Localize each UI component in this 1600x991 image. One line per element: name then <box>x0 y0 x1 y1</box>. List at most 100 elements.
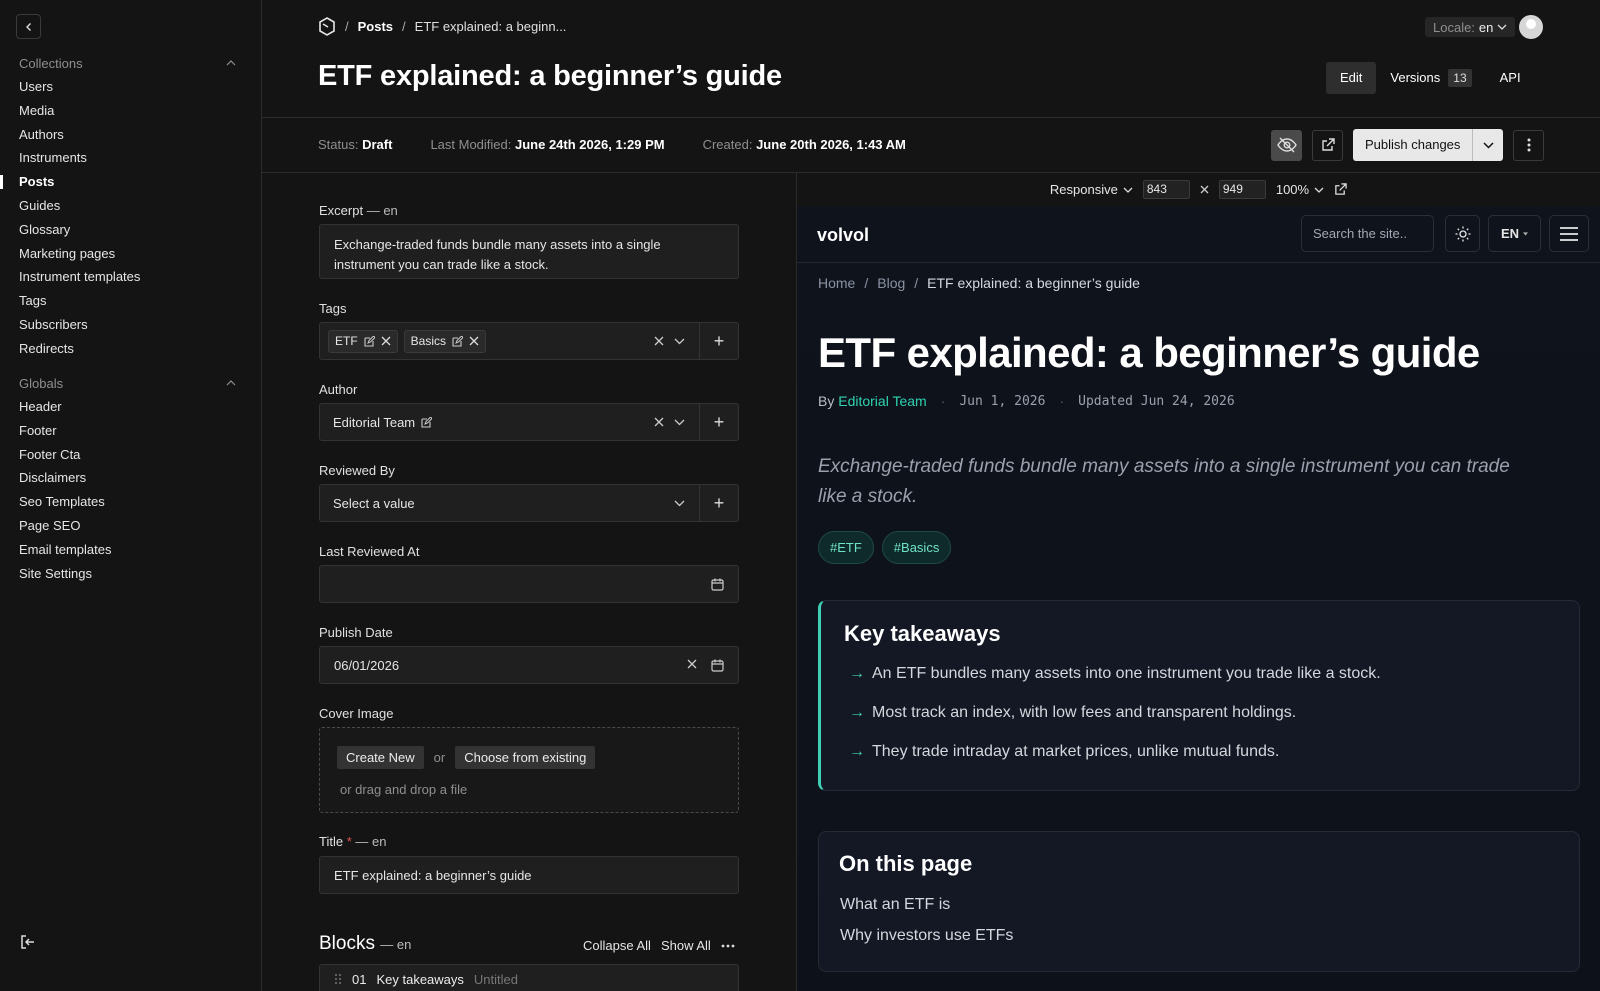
create-new-button[interactable]: Create New <box>337 746 424 769</box>
zoom-select[interactable]: 100% <box>1276 182 1324 197</box>
drag-handle-icon[interactable] <box>334 973 342 985</box>
reviewed-by-select[interactable]: Select a value + <box>319 484 739 522</box>
preview-breadcrumb-blog[interactable]: Blog <box>877 275 905 291</box>
calendar-icon[interactable] <box>711 578 724 591</box>
tab-edit[interactable]: Edit <box>1326 62 1377 94</box>
preview-breadcrumb-home[interactable]: Home <box>818 275 855 291</box>
breakpoint-select[interactable]: Responsive <box>1050 182 1133 197</box>
calendar-icon[interactable] <box>711 659 724 672</box>
logo-icon[interactable] <box>318 17 336 36</box>
sidebar-item-email-templates[interactable]: Email templates <box>0 538 262 562</box>
toc-link[interactable]: Why investors use ETFs <box>840 927 1013 945</box>
breadcrumb-posts[interactable]: Posts <box>358 19 393 34</box>
preview-height-input[interactable]: 949 <box>1218 180 1266 199</box>
theme-toggle-button[interactable] <box>1445 215 1480 252</box>
toc-link[interactable]: What an ETF is <box>840 896 950 914</box>
site-logo[interactable]: volvol <box>817 225 869 246</box>
preview-tag[interactable]: #Basics <box>881 531 952 564</box>
edit-icon[interactable] <box>421 416 433 428</box>
sidebar-item-media[interactable]: Media <box>0 99 262 123</box>
open-preview-button[interactable] <box>1312 129 1343 161</box>
sidebar-item-tags[interactable]: Tags <box>0 289 262 313</box>
edit-icon[interactable] <box>452 335 464 347</box>
blocks-actions: Collapse All Show All <box>583 938 735 953</box>
author-field[interactable]: Editorial Team + <box>319 403 739 441</box>
sidebar-item-instruments[interactable]: Instruments <box>0 146 262 170</box>
sidebar-item-guides[interactable]: Guides <box>0 194 262 218</box>
sidebar-item-marketing-pages[interactable]: Marketing pages <box>0 242 262 266</box>
sidebar-item-posts[interactable]: Posts <box>0 170 262 194</box>
preview-width-input[interactable]: 843 <box>1142 180 1190 199</box>
cover-image-dropzone[interactable]: Create New or Choose from existing or dr… <box>319 727 739 813</box>
publish-date-input[interactable]: 06/01/2026 <box>319 646 739 684</box>
last-reviewed-date-input[interactable] <box>319 565 739 603</box>
publish-changes-button[interactable]: Publish changes <box>1353 129 1473 161</box>
site-search-input[interactable]: Search the site.. <box>1301 215 1434 252</box>
collapse-sidebar-button[interactable] <box>16 14 41 39</box>
language-switcher[interactable]: EN <box>1488 215 1541 252</box>
close-icon[interactable] <box>381 336 391 346</box>
sidebar-item-footer-cta[interactable]: Footer Cta <box>0 443 262 467</box>
reviewed-by-value: Select a value <box>320 496 674 511</box>
title-label: Title * — en <box>319 834 386 849</box>
locale-selector[interactable]: Locale: en <box>1425 17 1516 37</box>
excerpt-textarea[interactable]: Exchange-traded funds bundle many assets… <box>319 224 739 279</box>
chevron-down-icon[interactable] <box>674 500 685 507</box>
more-options-button[interactable] <box>1513 129 1545 161</box>
sidebar-item-seo-templates[interactable]: Seo Templates <box>0 490 262 514</box>
sidebar-item-glossary[interactable]: Glossary <box>0 218 262 242</box>
block-row[interactable]: 01 Key takeaways Untitled <box>319 964 739 991</box>
sidebar-item-site-settings[interactable]: Site Settings <box>0 562 262 586</box>
sidebar-item-users[interactable]: Users <box>0 75 262 99</box>
block-type: Key takeaways <box>376 971 464 987</box>
chevron-down-icon[interactable] <box>674 338 685 345</box>
tab-api-label: API <box>1499 70 1521 85</box>
collections-label: Collections <box>19 55 83 71</box>
preview-tag[interactable]: #ETF <box>818 531 874 564</box>
close-icon[interactable] <box>469 336 479 346</box>
collections-toggle[interactable]: Collections <box>0 51 262 75</box>
add-author-button[interactable]: + <box>699 404 738 440</box>
show-all-button[interactable]: Show All <box>661 938 711 953</box>
tag-chip[interactable]: Basics <box>403 329 487 353</box>
clear-icon[interactable] <box>654 336 664 346</box>
status-key: Status: <box>318 137 359 152</box>
document-meta: Status: Draft Last Modified: June 24th 2… <box>318 137 906 152</box>
menu-button[interactable] <box>1549 215 1589 252</box>
publish-date-label: Publish Date <box>319 625 393 640</box>
clear-icon[interactable] <box>654 417 664 427</box>
collapse-all-button[interactable]: Collapse All <box>583 938 651 953</box>
external-link-icon[interactable] <box>1334 183 1347 196</box>
more-horizontal-icon[interactable] <box>721 944 735 948</box>
publish-date-value: 06/01/2026 <box>334 657 400 673</box>
drag-drop-hint: or drag and drop a file <box>340 782 468 797</box>
tab-versions[interactable]: Versions 13 <box>1376 62 1485 94</box>
chevron-down-icon[interactable] <box>674 419 685 426</box>
add-tag-button[interactable]: + <box>699 323 738 359</box>
tag-chip[interactable]: ETF <box>328 329 398 353</box>
tags-field[interactable]: ETF Basics + <box>319 322 739 360</box>
sidebar-item-instrument-templates[interactable]: Instrument templates <box>0 265 262 289</box>
choose-existing-button[interactable]: Choose from existing <box>455 746 596 769</box>
add-reviewer-button[interactable]: + <box>699 485 738 521</box>
sidebar-item-redirects[interactable]: Redirects <box>0 337 262 361</box>
sidebar-item-footer[interactable]: Footer <box>0 419 262 443</box>
tab-api[interactable]: API <box>1486 62 1535 94</box>
clear-icon[interactable] <box>687 659 697 669</box>
edit-icon[interactable] <box>364 335 375 347</box>
sidebar-item-subscribers[interactable]: Subscribers <box>0 313 262 337</box>
preview-breadcrumb-current: ETF explained: a beginner’s guide <box>927 275 1140 291</box>
sidebar-item-page-seo[interactable]: Page SEO <box>0 514 262 538</box>
globals-toggle[interactable]: Globals <box>0 371 262 395</box>
preview-breadcrumb: Home / Blog / ETF explained: a beginner’… <box>818 275 1140 291</box>
sidebar-item-header[interactable]: Header <box>0 395 262 419</box>
publish-options-button[interactable] <box>1472 129 1504 161</box>
breadcrumb-separator: / <box>402 19 406 34</box>
logout-button[interactable] <box>19 933 37 951</box>
title-input[interactable]: ETF explained: a beginner’s guide <box>319 856 739 894</box>
sidebar-item-disclaimers[interactable]: Disclaimers <box>0 466 262 490</box>
sidebar-item-authors[interactable]: Authors <box>0 123 262 147</box>
toggle-preview-button[interactable] <box>1271 129 1302 161</box>
author-link[interactable]: Editorial Team <box>838 393 926 409</box>
avatar[interactable] <box>1519 15 1543 39</box>
